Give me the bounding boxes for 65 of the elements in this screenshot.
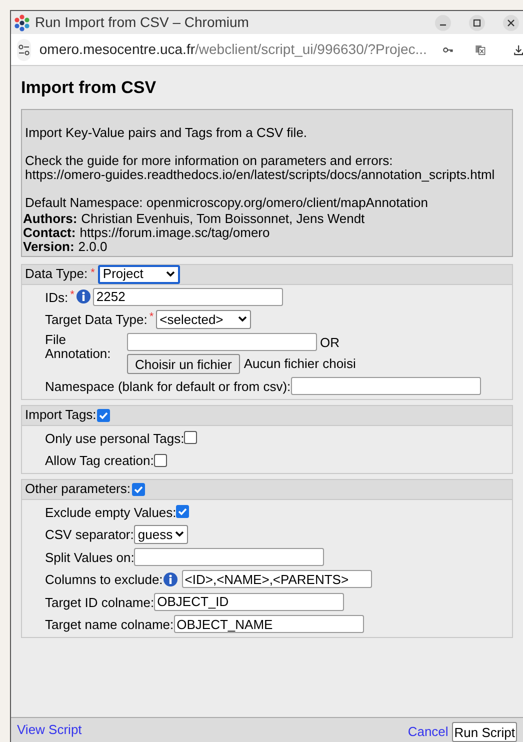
key-icon[interactable] <box>442 44 454 54</box>
field-label: Namespace (blank for default or from csv): <box>45 378 291 396</box>
field-label: Target ID colname: <box>45 594 154 612</box>
input-field[interactable]: OBJECT_ID <box>154 592 344 611</box>
chevron-down-icon <box>238 316 247 322</box>
info-icon[interactable] <box>76 289 92 304</box>
required-mark: * <box>149 310 154 325</box>
required-mark: * <box>90 266 95 280</box>
choose-file-button[interactable]: Choisir un fichier <box>127 354 240 374</box>
info-icon[interactable] <box>162 572 178 587</box>
meta-label: Contact: <box>23 224 76 240</box>
field-label: Allow Tag creation: <box>45 452 154 470</box>
chevron-down-icon <box>174 531 184 538</box>
field-label: Only use personal Tags: <box>45 430 184 448</box>
section-label: Import Tags: <box>25 406 96 424</box>
window-title: Run Import from CSV – Chromium <box>35 13 249 32</box>
minimize-button[interactable] <box>435 14 451 30</box>
required-mark: * <box>70 288 74 302</box>
maximize-button[interactable] <box>469 14 485 30</box>
input-field[interactable] <box>134 548 324 566</box>
dropdown[interactable]: guess <box>134 524 188 544</box>
field-label: File Annotation: <box>45 332 112 360</box>
checkbox[interactable] <box>176 505 190 518</box>
meta-label: Authors: <box>23 210 78 226</box>
close-button[interactable] <box>503 14 519 30</box>
field-label: Columns to exclude: <box>45 571 163 589</box>
input-field[interactable] <box>127 333 317 352</box>
field-label: Target Data Type: <box>45 311 148 329</box>
meta-value: Christian Evenhuis, Tom Boissonnet, Jens Wendt <box>81 210 365 226</box>
run-script-button[interactable]: Run Script <box>452 722 517 742</box>
file-status: Aucun fichier choisi <box>244 355 356 374</box>
dropdown[interactable]: <selected> <box>156 310 251 329</box>
description-text: Default Namespace: openmicroscopy.org/omero/client/mapAnnotation <box>25 196 429 210</box>
description-text: Check the guide for more information on parameters and errors: <box>25 154 394 168</box>
field-label: Split Values on: <box>45 548 134 567</box>
section-label: Data Type: <box>25 265 88 284</box>
checkbox[interactable] <box>154 454 167 467</box>
page-heading: Import from CSV <box>21 77 158 99</box>
checkbox[interactable] <box>184 431 198 444</box>
tune-icon <box>18 44 30 56</box>
dropdown[interactable]: Project <box>98 264 180 284</box>
close-icon <box>507 18 515 26</box>
cancel-link[interactable]: Cancel <box>408 722 448 742</box>
section-label: Other parameters: <box>25 480 130 498</box>
input-field[interactable] <box>290 377 481 396</box>
field-label: CSV separator: <box>45 526 134 544</box>
chevron-down-icon <box>166 271 175 277</box>
meta-label: Version: <box>23 238 74 254</box>
maximize-icon <box>473 18 481 26</box>
checkbox[interactable] <box>132 482 144 496</box>
checkbox[interactable] <box>97 408 110 422</box>
meta-value: https://forum.image.sc/tag/omero <box>80 224 270 240</box>
field-label: Exclude empty Values: <box>45 504 176 522</box>
app-logo-icon <box>13 14 31 32</box>
or-label: OR <box>320 334 340 352</box>
site-settings-button[interactable] <box>17 38 32 60</box>
field-label: Target name colname: <box>45 616 174 634</box>
field-label: IDs: <box>45 288 68 306</box>
input-field[interactable]: 2252 <box>93 288 284 306</box>
description-text: https://omero-guides.readthedocs.io/en/latest/scripts/docs/annotation_scripts.html <box>25 168 496 182</box>
meta-value: 2.0.0 <box>78 238 108 254</box>
view-script-link[interactable]: View Script <box>17 720 82 740</box>
input-field[interactable]: <ID>,<NAME>,<PARENTS> <box>182 570 372 588</box>
description-text: Import Key-Value pairs and Tags from a CSV file. <box>25 126 308 140</box>
input-field[interactable]: OBJECT_NAME <box>174 615 364 634</box>
